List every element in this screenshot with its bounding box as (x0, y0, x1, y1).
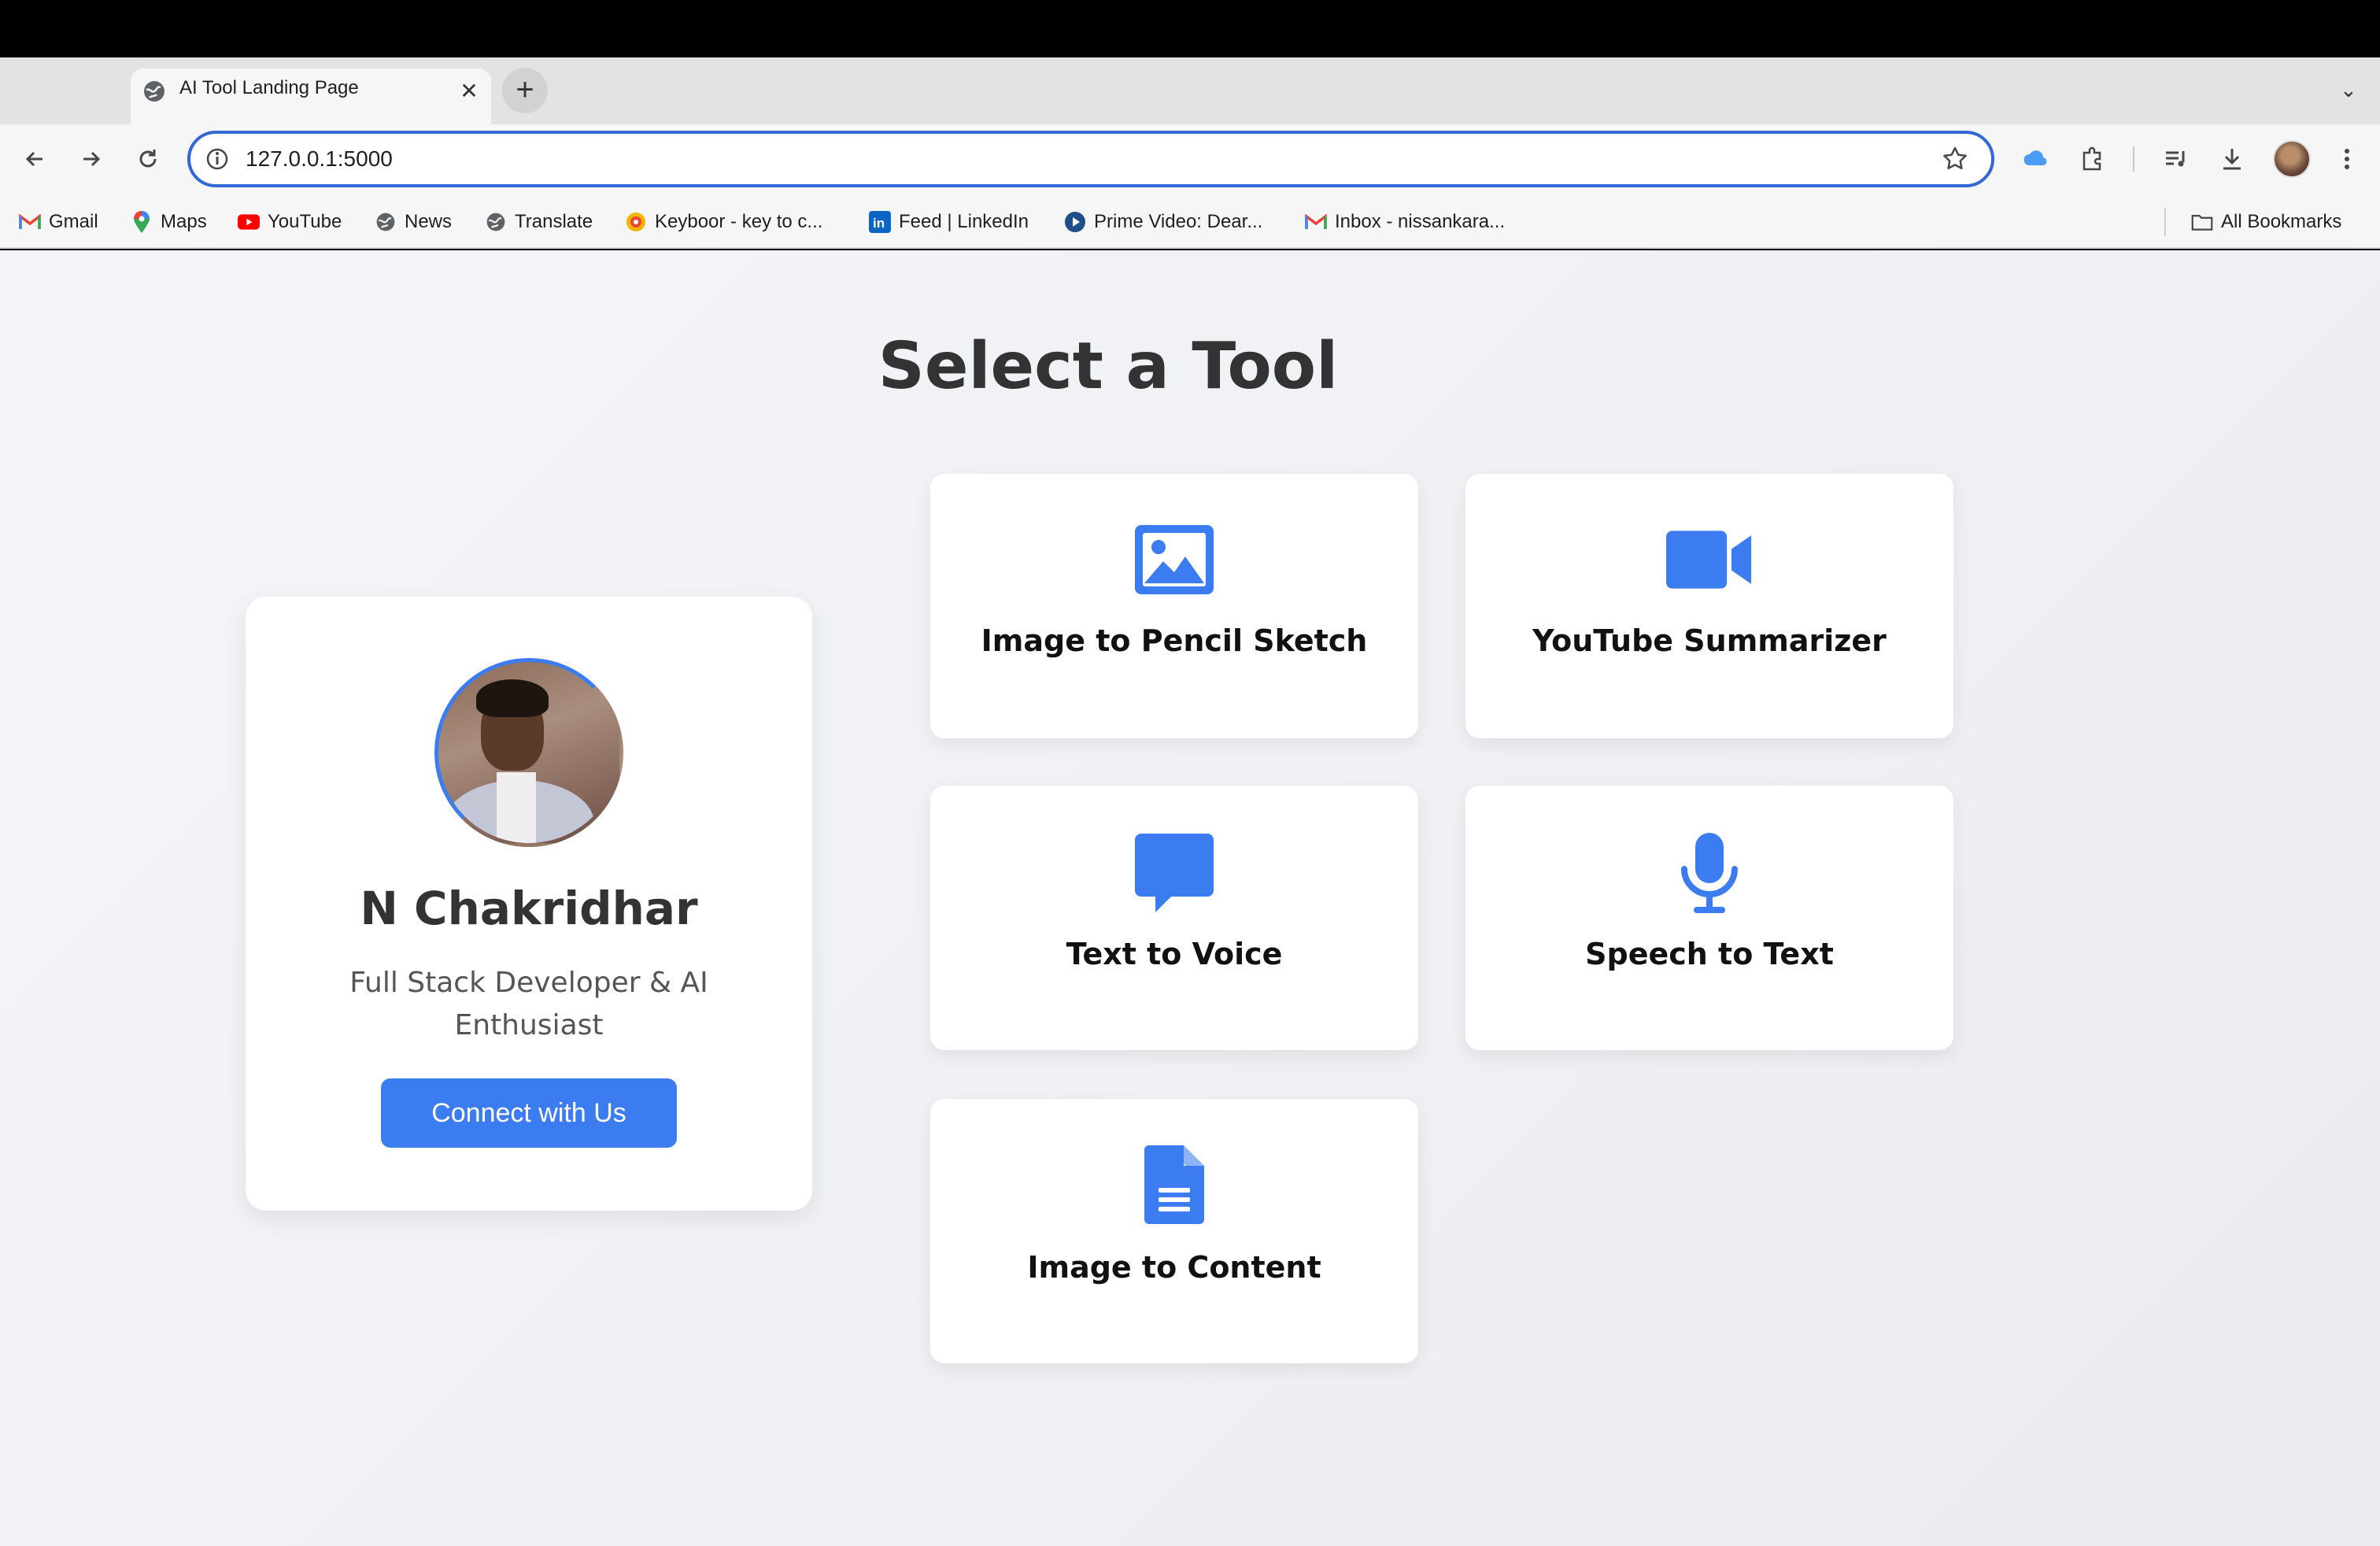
globe-icon (142, 79, 167, 104)
media-playlist-icon[interactable] (2160, 143, 2191, 175)
reload-icon[interactable] (129, 140, 167, 178)
screen-top-bar (0, 0, 2380, 57)
document-icon (1131, 1141, 1218, 1228)
folder-icon (2191, 211, 2213, 233)
bookmark-inbox[interactable]: Inbox - nissankara... (1305, 209, 1505, 235)
url-text[interactable]: 127.0.0.1:5000 (246, 146, 393, 172)
bookmark-keyboor[interactable]: Keyboor - key to c... (625, 209, 822, 235)
bookmark-youtube[interactable]: YouTube (238, 209, 342, 235)
gmail-icon (19, 211, 41, 233)
tool-label: YouTube Summarizer (1532, 623, 1887, 658)
bookmark-maps[interactable]: Maps (131, 209, 207, 235)
maps-icon (131, 211, 153, 233)
download-icon[interactable] (2216, 143, 2248, 175)
back-icon[interactable] (16, 140, 54, 178)
page-title: Select a Tool (878, 329, 1339, 404)
linkedin-icon: in (869, 211, 891, 233)
tab-title: AI Tool Landing Page (179, 77, 359, 98)
bookmark-news[interactable]: News (375, 209, 452, 235)
cloud-icon[interactable] (2020, 143, 2051, 175)
all-bookmarks[interactable]: All Bookmarks (2191, 209, 2341, 235)
forward-icon[interactable] (72, 140, 110, 178)
extensions-icon[interactable] (2076, 143, 2108, 175)
tool-label: Image to Pencil Sketch (981, 623, 1368, 658)
tool-card-speech-to-text[interactable] (1465, 786, 1953, 1050)
address-bar[interactable] (187, 131, 1994, 187)
connect-button[interactable]: Connect with Us (381, 1078, 677, 1148)
profile-role: Full Stack Developer & AI Enthusiast (349, 967, 708, 1041)
tool-label: Image to Content (1027, 1250, 1321, 1285)
new-tab-button[interactable]: + (502, 68, 548, 113)
profile-name: N Chakridhar (360, 882, 698, 935)
bookmarks-divider (2164, 208, 2166, 236)
tool-label: Text to Voice (1066, 937, 1283, 971)
globe-icon (485, 211, 507, 233)
image-icon (1131, 516, 1218, 603)
profile-avatar-photo (434, 658, 623, 847)
globe-icon (375, 211, 397, 233)
prime-video-icon (1064, 211, 1086, 233)
tool-card-text-to-voice[interactable] (930, 786, 1418, 1050)
site-info-icon[interactable] (203, 145, 231, 173)
bookmark-gmail[interactable]: Gmail (19, 209, 98, 235)
close-icon[interactable]: ✕ (456, 79, 482, 104)
star-icon[interactable] (1939, 143, 1971, 175)
gmail-icon (1305, 211, 1327, 233)
bookmark-linkedin[interactable]: in Feed | LinkedIn (869, 209, 1029, 235)
svg-text:in: in (873, 216, 885, 231)
youtube-icon (238, 211, 260, 233)
toolbar-divider (2133, 146, 2134, 172)
keyboor-icon (625, 211, 647, 233)
bookmark-translate[interactable]: Translate (485, 209, 593, 235)
tool-card-image-to-content[interactable] (930, 1099, 1418, 1363)
bookmark-prime-video[interactable]: Prime Video: Dear... (1064, 209, 1262, 235)
chevron-down-icon[interactable]: ⌄ (2334, 76, 2363, 104)
tool-label: Speech to Text (1585, 937, 1834, 971)
video-camera-icon (1666, 516, 1753, 603)
more-menu-icon[interactable] (2331, 143, 2363, 175)
tool-card-youtube-summarizer[interactable] (1465, 474, 1953, 738)
tool-card-image-to-pencil-sketch[interactable] (930, 474, 1418, 738)
chat-bubble-icon (1131, 830, 1218, 916)
profile-avatar[interactable] (2273, 140, 2311, 178)
microphone-icon (1666, 830, 1753, 916)
